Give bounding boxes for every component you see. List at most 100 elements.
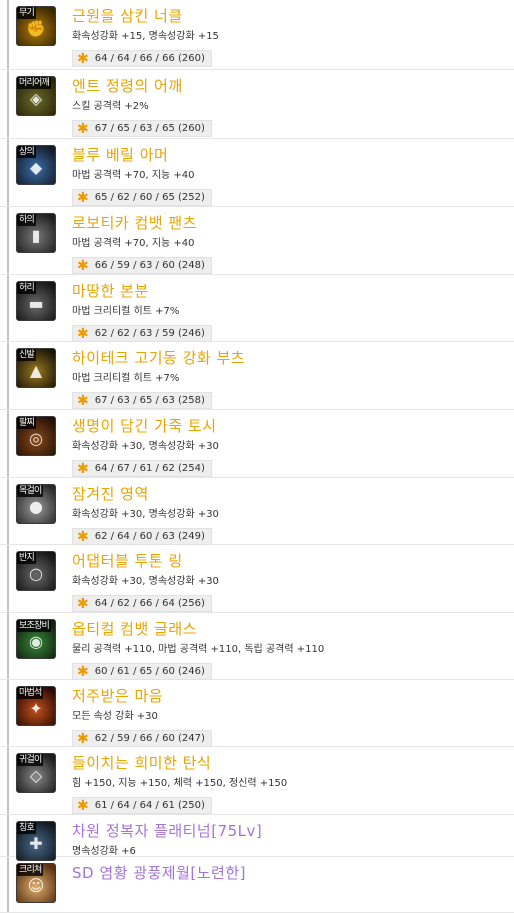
equipment-row[interactable]: 무기 ✊ 근원을 삼킨 너클화속성강화 +15, 명속성강화 +15 ✱ 64 / 64… <box>0 0 514 70</box>
slot-label: 반지 <box>17 552 36 564</box>
row-divider-bar <box>7 275 9 341</box>
asterisk-icon: ✱ <box>77 50 89 67</box>
equipment-row[interactable]: 보조장비 ◉ 옵티컬 컴뱃 글래스물리 공격력 +110, 마법 공격력 +110,… <box>0 613 514 680</box>
slot-label: 허리 <box>17 282 36 294</box>
item-name[interactable]: 저주받은 마음 <box>72 686 163 706</box>
row-divider-bar <box>7 545 9 612</box>
slot-label: 귀걸이 <box>17 754 44 766</box>
item-name[interactable]: 잠겨진 영역 <box>72 484 149 504</box>
growth-stats-box: ✱ 67 / 63 / 65 / 63 (258) <box>72 392 212 409</box>
necklace-icon[interactable]: 목걸이 ● <box>16 484 56 524</box>
equipment-row[interactable]: 반지 ○ 어댑터블 투톤 링화속성강화 +30, 명속성강화 +30 ✱ 64 / 62… <box>0 545 514 613</box>
growth-stats: 64 / 67 / 61 / 62 (254) <box>94 463 205 474</box>
item-option: 화속성강화 +30, 명속성강화 +30 <box>72 441 219 452</box>
asterisk-icon: ✱ <box>77 460 89 477</box>
chest-armor-icon[interactable]: 상의 ◆ <box>16 145 56 185</box>
row-divider-bar <box>7 70 9 138</box>
equipment-row[interactable]: 귀걸이 ◇ 들이치는 희미한 탄식힘 +150, 지능 +150, 체력 +150,… <box>0 747 514 815</box>
shoulder-armor-icon[interactable]: 머리어깨 ◈ <box>16 76 56 116</box>
item-glyph: ▲ <box>29 360 43 380</box>
asterisk-icon: ✱ <box>77 663 89 680</box>
growth-stats: 65 / 62 / 60 / 65 (252) <box>94 192 205 203</box>
row-divider-bar <box>7 613 9 679</box>
slot-label: 팔찌 <box>17 417 36 429</box>
knuckle-icon[interactable]: 무기 ✊ <box>16 6 56 46</box>
glasses-icon[interactable]: 보조장비 ◉ <box>16 619 56 659</box>
growth-stats-box: ✱ 60 / 61 / 65 / 60 (246) <box>72 663 212 680</box>
asterisk-icon: ✱ <box>77 120 89 137</box>
ring-icon[interactable]: 반지 ○ <box>16 551 56 591</box>
growth-stats-box: ✱ 66 / 59 / 63 / 60 (248) <box>72 257 212 274</box>
growth-stats: 62 / 62 / 63 / 59 (246) <box>94 328 205 339</box>
item-name[interactable]: 로보티카 컴뱃 팬츠 <box>72 213 197 233</box>
item-glyph: ◆ <box>29 157 43 177</box>
growth-stats: 61 / 64 / 64 / 61 (250) <box>94 800 205 811</box>
item-name[interactable]: 옵티컬 컴뱃 글래스 <box>72 619 197 639</box>
item-glyph: ▬ <box>28 293 44 313</box>
item-name[interactable]: 생명이 담긴 가죽 토시 <box>72 416 217 436</box>
slot-label: 마법석 <box>17 687 44 699</box>
item-name[interactable]: 차원 정복자 플래티넘[75Lv] <box>72 821 262 841</box>
slot-label: 칭호 <box>17 822 36 834</box>
bracelet-icon[interactable]: 팔찌 ◎ <box>16 416 56 456</box>
item-option: 화속성강화 +15, 명속성강화 +15 <box>72 31 219 42</box>
growth-stats: 67 / 65 / 63 / 65 (260) <box>94 123 205 134</box>
item-option: 화속성강화 +30, 명속성강화 +30 <box>72 576 219 587</box>
growth-stats: 67 / 63 / 65 / 63 (258) <box>94 395 205 406</box>
slot-label: 머리어깨 <box>17 77 51 89</box>
equipment-row[interactable]: 크리쳐 ☺ SD 염황 광풍제월[노련한] <box>0 857 514 913</box>
item-name[interactable]: 하이테크 고기동 강화 부츠 <box>72 348 245 368</box>
growth-stats-box: ✱ 62 / 62 / 63 / 59 (246) <box>72 325 212 342</box>
growth-stats-box: ✱ 67 / 65 / 63 / 65 (260) <box>72 120 212 137</box>
row-divider-bar <box>7 342 9 409</box>
asterisk-icon: ✱ <box>77 392 89 409</box>
row-divider-bar <box>7 478 9 544</box>
growth-stats-box: ✱ 64 / 64 / 66 / 66 (260) <box>72 50 212 67</box>
growth-stats-box: ✱ 62 / 64 / 60 / 63 (249) <box>72 528 212 545</box>
creature-icon[interactable]: 크리쳐 ☺ <box>16 863 56 903</box>
item-name[interactable]: 마땅한 본분 <box>72 281 149 301</box>
equipment-row[interactable]: 하의 ▮ 로보티카 컴뱃 팬츠 마법 공격력 +70, 지능 +40 ✱ 66 / 59 … <box>0 207 514 275</box>
asterisk-icon: ✱ <box>77 325 89 342</box>
equipment-row[interactable]: 칭호 ✚ 차원 정복자 플래티넘[75Lv] 명속성강화 +6 <box>0 815 514 861</box>
growth-stats-box: ✱ 64 / 62 / 66 / 64 (256) <box>72 595 212 612</box>
row-divider-bar <box>7 680 9 746</box>
slot-label: 목걸이 <box>17 485 44 497</box>
item-option: 화속성강화 +30, 명속성강화 +30 <box>72 509 219 520</box>
equipment-row[interactable]: 목걸이 ● 잠겨진 영역화속성강화 +30, 명속성강화 +30 ✱ 62 / 64 /… <box>0 478 514 545</box>
boots-icon[interactable]: 신발 ▲ <box>16 348 56 388</box>
item-option: 힘 +150, 지능 +150, 체력 +150, 정신력 +150 <box>72 778 288 789</box>
slot-label: 보조장비 <box>17 620 51 632</box>
item-name[interactable]: SD 염황 광풍제월[노련한] <box>72 863 246 883</box>
slot-label: 상의 <box>17 146 36 158</box>
asterisk-icon: ✱ <box>77 730 89 747</box>
item-name[interactable]: 근원을 삼킨 너클 <box>72 6 183 26</box>
item-glyph: ✊ <box>26 18 46 38</box>
equipment-row[interactable]: 마법석 ✦ 저주받은 마음모든 속성 강화 +30 ✱ 62 / 59 / 66 / 6… <box>0 680 514 747</box>
equipment-row[interactable]: 허리 ▬ 마땅한 본분 마법 크리티컬 히트 +7% ✱ 62 / 62 / 63 / 5… <box>0 275 514 342</box>
item-name[interactable]: 어댑터블 투톤 링 <box>72 551 183 571</box>
growth-stats-box: ✱ 62 / 59 / 66 / 60 (247) <box>72 730 212 747</box>
asterisk-icon: ✱ <box>77 257 89 274</box>
equipment-row[interactable]: 상의 ◆ 블루 베릴 아머 마법 공격력 +70, 지능 +40 ✱ 65 / 62 / … <box>0 139 514 207</box>
item-glyph: ● <box>29 496 43 516</box>
growth-stats-box: ✱ 65 / 62 / 60 / 65 (252) <box>72 189 212 206</box>
growth-stats: 64 / 62 / 66 / 64 (256) <box>94 598 205 609</box>
belt-icon[interactable]: 허리 ▬ <box>16 281 56 321</box>
equipment-row[interactable]: 머리어깨 ◈ 엔트 정령의 어깨 스킬 공격력 +2% ✱ 67 / 65 / 63 / … <box>0 70 514 139</box>
equipment-row[interactable]: 신발 ▲ 하이테크 고기동 강화 부츠마법 크리티컬 히트 +7% ✱ 67 / 63 … <box>0 342 514 410</box>
item-option: 물리 공격력 +110, 마법 공격력 +110, 독립 공격력 +110 <box>72 644 325 655</box>
slot-label: 신발 <box>17 349 36 361</box>
pants-icon[interactable]: 하의 ▮ <box>16 213 56 253</box>
magic-stone-icon[interactable]: 마법석 ✦ <box>16 686 56 726</box>
item-option: 모든 속성 강화 +30 <box>72 711 158 722</box>
item-name[interactable]: 들이치는 희미한 탄식 <box>72 753 211 773</box>
item-glyph: ◇ <box>29 765 43 785</box>
row-divider-bar <box>7 139 9 206</box>
earring-icon[interactable]: 귀걸이 ◇ <box>16 753 56 793</box>
title-icon[interactable]: 칭호 ✚ <box>16 821 56 861</box>
item-name[interactable]: 엔트 정령의 어깨 <box>72 76 183 96</box>
item-name[interactable]: 블루 베릴 아머 <box>72 145 168 165</box>
item-option: 마법 크리티컬 히트 +7% <box>72 373 180 384</box>
equipment-row[interactable]: 팔찌 ◎ 생명이 담긴 가죽 토시화속성강화 +30, 명속성강화 +30 ✱ 64 /… <box>0 410 514 478</box>
